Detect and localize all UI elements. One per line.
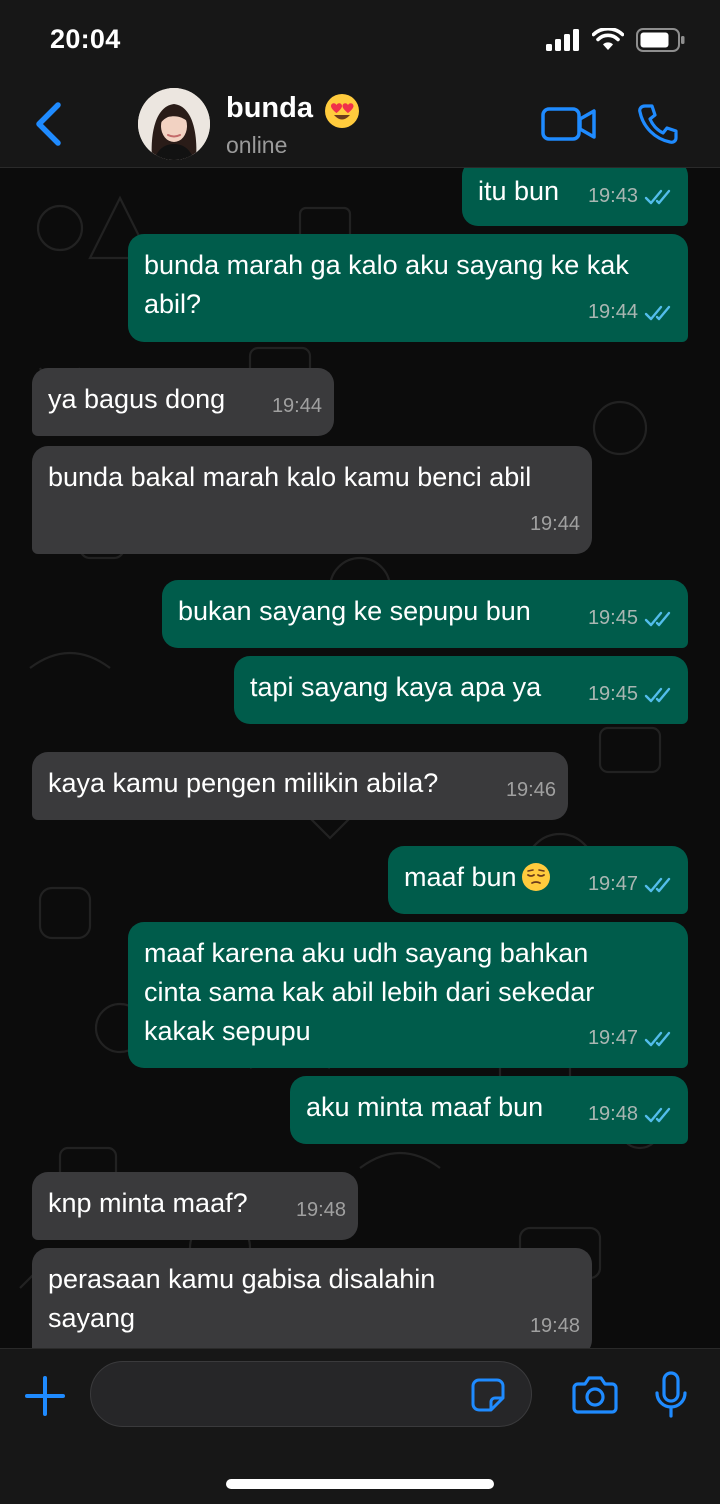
wifi-icon [592, 28, 624, 50]
message-meta: 19:47 [588, 865, 676, 904]
message-meta: 19:48 [588, 1095, 676, 1134]
message-meta: 19:44 [272, 387, 322, 426]
message-bubble-incoming[interactable]: kaya kamu pengen milikin abila? 19:46 [32, 752, 568, 820]
message-bubble-outgoing[interactable]: maaf bun 19:47 [388, 846, 688, 914]
message-meta: 19:48 [296, 1191, 346, 1230]
message-time: 19:44 [529, 513, 580, 535]
message-bubble-incoming[interactable]: bunda bakal marah kalo kamu benci abil 1… [32, 446, 592, 554]
message-meta: 19:44 [588, 293, 676, 332]
message-time: 19:47 [587, 1027, 638, 1049]
message-bubble-outgoing[interactable]: aku minta maaf bun 19:48 [290, 1076, 688, 1144]
message-bubble-outgoing[interactable]: bunda marah ga kalo aku sayang ke kak ab… [128, 234, 688, 342]
status-bar: 20:04 [0, 0, 720, 78]
message-time: 19:45 [587, 607, 638, 629]
read-receipt-icon [644, 1031, 671, 1046]
sticker-button[interactable] [470, 1377, 506, 1413]
contact-status: online [226, 132, 288, 158]
message-bubble-outgoing[interactable]: itu bun 19:43 [462, 168, 688, 226]
contact-avatar[interactable] [138, 88, 210, 160]
message-input-bar [0, 1348, 720, 1504]
message-bubble-incoming[interactable]: knp minta maaf? 19:48 [32, 1172, 358, 1240]
message-time: 19:45 [587, 683, 638, 705]
message-meta: 19:45 [588, 675, 676, 714]
chat-area[interactable]: itu bun 19:43 bunda marah ga kalo aku sa… [0, 168, 720, 1348]
message-bubble-incoming[interactable]: ya bagus dong 19:44 [32, 368, 334, 436]
message-bubble-outgoing[interactable]: tapi sayang kaya apa ya 19:45 [234, 656, 688, 724]
home-indicator[interactable] [226, 1479, 494, 1489]
message-input[interactable] [90, 1361, 532, 1427]
message-meta: 19:45 [588, 599, 676, 638]
read-receipt-icon [644, 189, 671, 204]
message-text: perasaan kamu gabisa disalahin sayang [48, 1264, 436, 1333]
message-time: 19:48 [295, 1199, 346, 1221]
video-call-icon [541, 107, 596, 141]
battery-icon [636, 28, 685, 52]
message-time: 19:48 [529, 1315, 580, 1337]
message-meta: 19:44 [530, 505, 580, 544]
heart-eyes-emoji-icon [325, 94, 359, 128]
voice-message-button[interactable] [654, 1371, 688, 1419]
contact-name[interactable]: bunda [226, 92, 313, 125]
sticker-icon [471, 1378, 505, 1412]
message-text-content: maaf bun [404, 862, 517, 892]
attach-button[interactable] [24, 1375, 66, 1417]
message-time: 19:48 [587, 1103, 638, 1125]
avatar-photo [138, 88, 210, 160]
plus-icon [25, 1376, 65, 1416]
read-receipt-icon [644, 877, 671, 892]
message-meta: 19:47 [588, 1019, 676, 1058]
status-time: 20:04 [50, 24, 121, 54]
pensive-face-emoji-icon [521, 863, 550, 891]
message-time: 19:43 [587, 185, 638, 207]
camera-button[interactable] [572, 1375, 618, 1415]
message-time: 19:44 [587, 301, 638, 323]
status-icons [546, 26, 686, 54]
signal-icon [546, 29, 579, 51]
read-receipt-icon [644, 1107, 671, 1122]
message-meta: 19:46 [506, 771, 556, 810]
chat-header: bunda online [0, 78, 720, 168]
back-chevron-icon [36, 102, 61, 146]
read-receipt-icon [644, 611, 671, 626]
camera-icon [572, 1376, 618, 1414]
message-time: 19:47 [587, 873, 638, 895]
voice-call-button[interactable] [636, 102, 680, 146]
back-button[interactable] [28, 100, 68, 148]
phone-icon [638, 104, 678, 144]
read-receipt-icon [644, 687, 671, 702]
message-meta: 19:43 [588, 177, 676, 216]
message-bubble-outgoing[interactable]: bukan sayang ke sepupu bun 19:45 [162, 580, 688, 648]
message-time: 19:44 [271, 395, 322, 417]
message-meta: 19:48 [530, 1307, 580, 1346]
message-time: 19:46 [505, 779, 556, 801]
message-bubble-outgoing[interactable]: maaf karena aku udh sayang bahkan cinta … [128, 922, 688, 1068]
message-text: kaya kamu pengen milikin abila? [48, 768, 439, 798]
microphone-icon [655, 1371, 687, 1418]
message-bubble-incoming[interactable]: perasaan kamu gabisa disalahin sayang 19… [32, 1248, 592, 1348]
message-text: bunda bakal marah kalo kamu benci abil [48, 462, 532, 492]
read-receipt-icon [644, 305, 671, 320]
video-call-button[interactable] [540, 104, 598, 144]
